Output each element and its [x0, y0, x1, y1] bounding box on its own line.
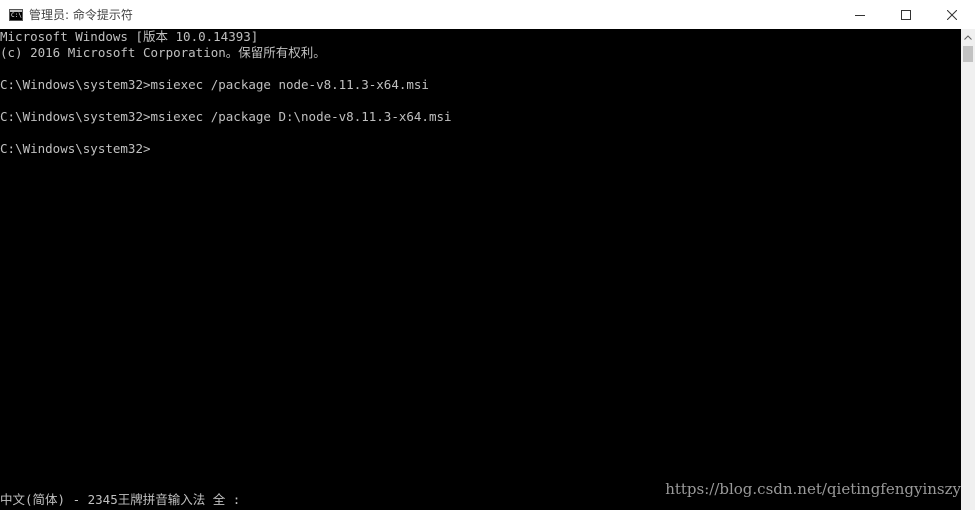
- window-controls: [837, 0, 975, 29]
- console-line: Microsoft Windows [版本 10.0.14393]: [0, 29, 259, 44]
- console-output[interactable]: Microsoft Windows [版本 10.0.14393] (c) 20…: [0, 29, 961, 510]
- chevron-up-icon: [964, 35, 972, 40]
- ime-status-bar: 中文(简体) - 2345王牌拼音输入法 全 :: [0, 492, 241, 507]
- maximize-button[interactable]: [883, 0, 929, 29]
- watermark-url: https://blog.csdn.net/qietingfengyinszy: [665, 480, 961, 498]
- close-button[interactable]: [929, 0, 975, 29]
- title-bar[interactable]: C:\. 管理员: 命令提示符: [0, 0, 975, 29]
- console-line: C:\Windows\system32>msiexec /package nod…: [0, 77, 429, 92]
- close-icon: [947, 9, 957, 20]
- window-title: 管理员: 命令提示符: [29, 8, 133, 22]
- scroll-up-button[interactable]: [961, 29, 975, 46]
- console-line: C:\Windows\system32>msiexec /package D:\…: [0, 109, 452, 124]
- console-prompt[interactable]: C:\Windows\system32>: [0, 141, 151, 157]
- minimize-icon: [855, 14, 865, 16]
- console-line: (c) 2016 Microsoft Corporation。保留所有权利。: [0, 45, 326, 60]
- cmd-app-icon-text: C:\.: [11, 11, 26, 19]
- cmd-app-icon[interactable]: C:\.: [9, 8, 26, 21]
- command-prompt-window: C:\. 管理员: 命令提示符 Microsoft Windows [版本 10…: [0, 0, 975, 510]
- minimize-button[interactable]: [837, 0, 883, 29]
- scroll-thumb[interactable]: [963, 46, 973, 62]
- maximize-icon: [901, 9, 911, 20]
- vertical-scrollbar[interactable]: [961, 29, 975, 510]
